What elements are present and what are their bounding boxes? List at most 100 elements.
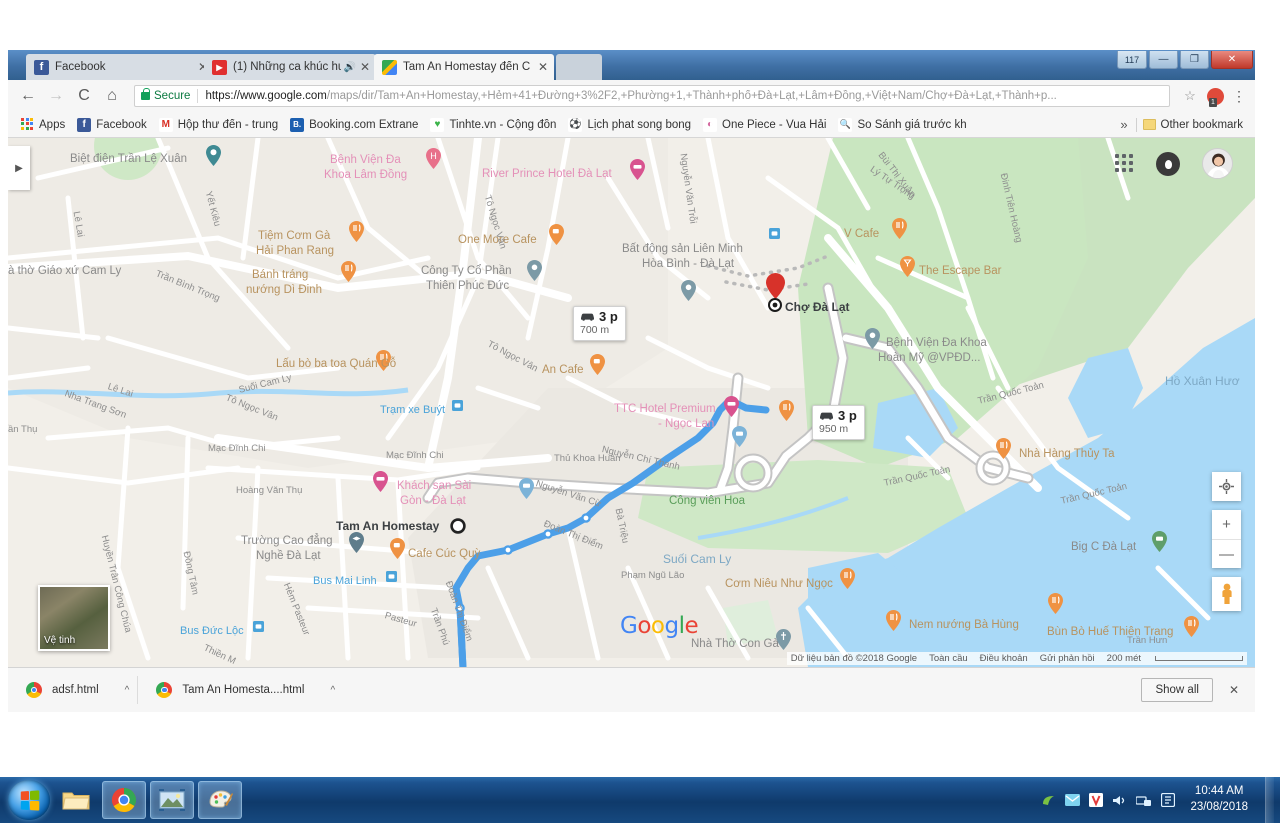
photo-viewer-icon[interactable] <box>150 781 194 819</box>
notifications-bell-icon[interactable] <box>1156 152 1180 176</box>
maximize-button[interactable]: ❐ <box>1180 51 1209 69</box>
minimize-button[interactable]: — <box>1149 51 1178 69</box>
map-pin-church[interactable] <box>776 629 791 650</box>
home-button[interactable]: ⌂ <box>100 84 124 108</box>
explorer-icon[interactable] <box>54 781 98 819</box>
bookmark-one-piece[interactable]: ◐ One Piece - Vua Hải <box>697 116 832 134</box>
bookmarks-overflow-button[interactable]: » <box>1112 117 1135 132</box>
origin-marker[interactable] <box>450 518 466 534</box>
back-button[interactable]: ← <box>16 84 40 108</box>
chrome-icon[interactable] <box>102 781 146 819</box>
map-pin-cafe[interactable] <box>390 538 405 559</box>
map-pin-shop[interactable] <box>519 478 534 499</box>
route-badge-primary[interactable]: 3 p 700 m <box>573 306 626 341</box>
map-pin-restaurant[interactable] <box>996 438 1011 459</box>
chevron-up-icon[interactable]: ^ <box>330 685 335 696</box>
bookmark-tinhte[interactable]: ♥ Tinhte.vn - Cộng đồn <box>424 116 562 134</box>
close-window-button[interactable]: ✕ <box>1211 51 1253 69</box>
map-pin-shop[interactable] <box>1152 531 1167 552</box>
reload-button[interactable]: C <box>72 84 96 108</box>
directions-panel-toggle[interactable]: ▶ <box>8 146 30 190</box>
antivirus-icon[interactable] <box>1089 793 1104 807</box>
close-icon[interactable]: ✕ <box>360 61 370 73</box>
map-pin-restaurant[interactable] <box>840 568 855 589</box>
route-badge-alternate[interactable]: 3 p 950 m <box>812 405 865 440</box>
new-tab-button[interactable] <box>556 54 602 80</box>
map-pin-hotel[interactable] <box>630 159 645 180</box>
browser-tab-facebook[interactable]: f Facebook ✕ <box>26 54 214 80</box>
bookmark-so-sanh-gia[interactable]: 🔍 So Sánh giá trước kh <box>832 116 972 134</box>
forward-button[interactable]: → <box>44 84 68 108</box>
attribution-global-link[interactable]: Toàn cầu <box>929 653 968 664</box>
download-item[interactable]: Tam An Homesta....html ^ <box>148 676 343 704</box>
chrome-menu-icon[interactable]: ⋮ <box>1231 88 1247 105</box>
browser-tab-google-maps[interactable]: Tam An Homestay đến C ✕ <box>374 54 554 80</box>
mail-icon[interactable] <box>1065 794 1081 806</box>
zoom-in-button[interactable]: + <box>1212 510 1241 539</box>
bookmark-star-icon[interactable]: ☆ <box>1180 88 1200 104</box>
map-pin-restaurant[interactable] <box>779 400 794 421</box>
action-center-icon[interactable] <box>1161 793 1176 807</box>
map-pin-restaurant[interactable] <box>341 261 356 282</box>
transit-marker-icon[interactable] <box>769 228 780 239</box>
map-pin-business[interactable] <box>527 260 542 281</box>
onepiece-icon: ◐ <box>703 117 718 132</box>
map-pin-shop[interactable] <box>732 426 747 447</box>
map-pin-restaurant[interactable] <box>886 610 901 631</box>
scale-label: 200 mét <box>1106 653 1141 664</box>
map-pin-restaurant[interactable] <box>1184 616 1199 637</box>
destination-marker[interactable] <box>766 273 785 299</box>
system-tray: 10:44 AM 23/08/2018 <box>1041 777 1280 823</box>
satellite-toggle-thumbnail[interactable]: Vệ tinh <box>38 585 110 651</box>
show-desktop-button[interactable] <box>1265 777 1274 823</box>
show-all-downloads-button[interactable]: Show all <box>1141 678 1213 702</box>
bookmark-facebook[interactable]: f Facebook <box>71 116 153 134</box>
map-pin-bar[interactable] <box>900 256 915 277</box>
map-pin-poi[interactable] <box>206 145 221 166</box>
taskbar-clock[interactable]: 10:44 AM 23/08/2018 <box>1184 784 1256 815</box>
map-pin-hospital[interactable]: H <box>426 148 441 169</box>
paint-icon[interactable] <box>198 781 242 819</box>
chevron-up-icon[interactable]: ^ <box>125 685 130 696</box>
volume-icon[interactable] <box>1112 794 1127 807</box>
bookmark-booking[interactable]: B. Booking.com Extrane <box>284 116 424 134</box>
map-pin-business[interactable] <box>681 280 696 301</box>
browser-tab-youtube[interactable]: ▶ (1) Những ca khúc hu 🔊 ✕ <box>204 54 376 80</box>
facebook-icon: f <box>34 59 49 75</box>
attribution-feedback-link[interactable]: Gửi phản hồi <box>1040 653 1095 664</box>
transit-marker-icon[interactable] <box>386 571 397 582</box>
network-icon[interactable] <box>1136 794 1152 807</box>
map-pin-hotel[interactable] <box>724 396 739 417</box>
bookmark-lich-bong-da[interactable]: ⚽ Lịch phat song bong <box>562 116 697 134</box>
map-pin-restaurant[interactable] <box>1048 593 1063 614</box>
mute-tab-icon[interactable]: 🔊 <box>343 62 355 73</box>
transit-marker-icon[interactable] <box>452 400 463 411</box>
windows-start-icon[interactable] <box>8 780 50 820</box>
download-item[interactable]: adsf.html ^ <box>18 676 139 704</box>
map-pin-restaurant[interactable] <box>349 221 364 242</box>
google-apps-grid-icon[interactable] <box>1113 152 1135 174</box>
close-shelf-icon[interactable]: ✕ <box>1223 683 1245 697</box>
close-icon[interactable]: ✕ <box>538 61 548 73</box>
map-pin-hotel[interactable] <box>373 471 388 492</box>
zoom-out-button[interactable]: — <box>1212 539 1241 568</box>
map-pin-restaurant[interactable] <box>892 218 907 239</box>
google-maps-viewport[interactable]: ▶ H Tam An Homestay Chợ Đà Lạt 3 p 700 m… <box>8 138 1255 667</box>
bookmark-apps[interactable]: Apps <box>14 116 71 134</box>
map-pin-school[interactable] <box>349 532 364 553</box>
bookmark-label: One Piece - Vua Hải <box>722 118 827 131</box>
nvidia-icon[interactable] <box>1041 794 1056 807</box>
transit-marker-icon[interactable] <box>253 621 264 632</box>
bookmark-other-folder[interactable]: Other bookmark <box>1137 117 1249 133</box>
avatar[interactable] <box>1202 148 1233 179</box>
map-pin-cafe[interactable] <box>549 224 564 245</box>
attribution-terms-link[interactable]: Điều khoản <box>980 653 1028 664</box>
map-pin-hospital[interactable] <box>865 328 880 349</box>
extension-icon[interactable]: 1 <box>1207 87 1224 107</box>
address-bar[interactable]: Secure https://www.google.com/maps/dir/T… <box>134 85 1170 107</box>
map-pin-restaurant[interactable] <box>376 350 391 371</box>
pegman-icon[interactable] <box>1212 577 1241 611</box>
bookmark-gmail[interactable]: M Hộp thư đến - trung <box>153 116 284 134</box>
map-pin-cafe[interactable] <box>590 354 605 375</box>
locate-me-icon[interactable] <box>1212 472 1241 501</box>
